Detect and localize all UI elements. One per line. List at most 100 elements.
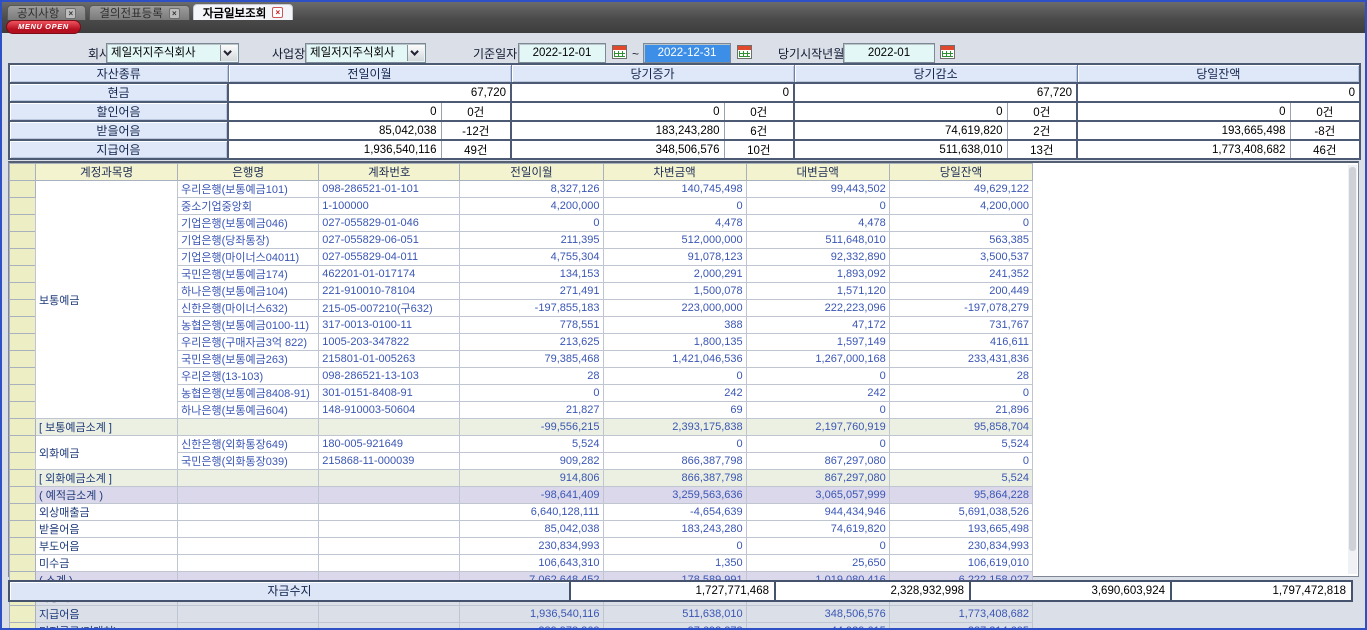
tab-fund-daily-report[interactable]: 자금일보조회 ×	[193, 4, 293, 20]
table-row[interactable]: ( 예적금소계 )-98,641,4093,259,563,6363,065,0…	[10, 487, 1033, 504]
amount-cell: 348,506,576	[746, 606, 889, 623]
company-select[interactable]: 제일저지주식회사	[106, 43, 239, 63]
amount-cell: 79,385,468	[460, 351, 603, 368]
amount-cell: 1,597,149	[746, 334, 889, 351]
date-to-input[interactable]: 2022-12-31	[643, 43, 731, 63]
summary-value: 0	[228, 102, 441, 121]
account-number-cell	[319, 606, 460, 623]
row-indicator[interactable]	[10, 453, 36, 470]
row-indicator[interactable]	[10, 368, 36, 385]
amount-cell: 237,214,605	[889, 623, 1032, 630]
grid-column-header[interactable]: 계정과목명	[36, 164, 178, 181]
amount-cell: 1,936,540,116	[460, 606, 603, 623]
row-indicator[interactable]	[10, 334, 36, 351]
row-indicator[interactable]	[10, 436, 36, 453]
calendar-icon[interactable]	[737, 45, 752, 59]
grid-column-header[interactable]: 전일이월	[460, 164, 603, 181]
row-indicator[interactable]	[10, 215, 36, 232]
grid-column-header[interactable]: 당일잔액	[889, 164, 1032, 181]
amount-cell: 2,197,760,919	[746, 419, 889, 436]
amount-cell: 223,000,000	[603, 300, 746, 317]
summary-value: 74,619,820	[794, 121, 1007, 140]
chevron-down-icon[interactable]	[407, 45, 424, 61]
amount-cell: 0	[746, 198, 889, 215]
row-indicator[interactable]	[10, 181, 36, 198]
bank-name-cell: 국민은행(외화통장039)	[178, 453, 319, 470]
account-label-cell: 받을어음	[36, 521, 178, 538]
table-row[interactable]: 지급어음1,936,540,116511,638,010348,506,5761…	[10, 606, 1033, 623]
bank-name-cell: 중소기업중앙회	[178, 198, 319, 215]
account-number-cell: 221-910010-78104	[319, 283, 460, 300]
tab-close-icon[interactable]: ×	[272, 7, 283, 18]
row-indicator[interactable]	[10, 249, 36, 266]
row-indicator[interactable]	[10, 606, 36, 623]
tab-notice[interactable]: 공지사항 ×	[7, 5, 86, 20]
account-number-cell: 180-005-921649	[319, 436, 460, 453]
site-select[interactable]: 제일저지주식회사	[305, 43, 426, 63]
table-row[interactable]: 미수금106,643,3101,35025,650106,619,010	[10, 555, 1033, 572]
row-indicator[interactable]	[10, 283, 36, 300]
menu-open-button[interactable]: MENU OPEN	[6, 20, 81, 34]
bank-name-cell: 국민은행(보통예금263)	[178, 351, 319, 368]
summary-row: 현금67,720067,7200	[9, 83, 1360, 102]
account-number-cell	[319, 555, 460, 572]
row-indicator[interactable]	[10, 402, 36, 419]
table-row[interactable]: 미지급금(거래처)289,978,26397,693,27344,929,615…	[10, 623, 1033, 630]
grid-column-header[interactable]: 차변금액	[603, 164, 746, 181]
table-row[interactable]: 부도어음230,834,99300230,834,993	[10, 538, 1033, 555]
table-row[interactable]: 외상매출금6,640,128,111-4,654,639944,434,9465…	[10, 504, 1033, 521]
grid-column-header[interactable]: 대변금액	[746, 164, 889, 181]
table-row[interactable]: 받을어음85,042,038183,243,28074,619,820193,6…	[10, 521, 1033, 538]
row-indicator[interactable]	[10, 351, 36, 368]
summary-count: -8건	[1290, 121, 1360, 140]
grid-column-header[interactable]: 계좌번호	[319, 164, 460, 181]
account-number-cell: 462201-01-017174	[319, 266, 460, 283]
summary-row: 할인어음00건00건00건00건	[9, 102, 1360, 121]
table-row[interactable]: [ 외화예금소계 ]914,806866,387,798867,297,0805…	[10, 470, 1033, 487]
row-indicator[interactable]	[10, 470, 36, 487]
row-indicator[interactable]	[10, 623, 36, 630]
row-indicator[interactable]	[10, 419, 36, 436]
row-indicator[interactable]	[10, 538, 36, 555]
vertical-scrollbar[interactable]	[1348, 165, 1357, 574]
row-indicator[interactable]	[10, 198, 36, 215]
row-indicator[interactable]	[10, 300, 36, 317]
amount-cell: 28	[460, 368, 603, 385]
amount-cell: 28	[889, 368, 1032, 385]
calendar-icon[interactable]	[940, 45, 955, 59]
row-indicator[interactable]	[10, 487, 36, 504]
amount-cell: 0	[889, 215, 1032, 232]
row-indicator[interactable]	[10, 555, 36, 572]
row-indicator[interactable]	[10, 317, 36, 334]
table-row[interactable]: [ 보통예금소계 ]-99,556,2152,393,175,8382,197,…	[10, 419, 1033, 436]
row-indicator[interactable]	[10, 266, 36, 283]
row-indicator[interactable]	[10, 504, 36, 521]
tab-voucher-entry[interactable]: 결의전표등록 ×	[89, 5, 189, 20]
start-month-input[interactable]: 2022-01	[843, 43, 935, 63]
calendar-icon[interactable]	[612, 45, 627, 59]
row-indicator[interactable]	[10, 521, 36, 538]
grid-column-header[interactable]: 은행명	[178, 164, 319, 181]
company-select-value: 제일저지주식회사	[111, 47, 196, 59]
summary-count: 0건	[1007, 102, 1077, 121]
chevron-down-icon[interactable]	[220, 45, 237, 61]
amount-cell: 91,078,123	[603, 249, 746, 266]
account-label-cell: 부도어음	[36, 538, 178, 555]
row-indicator[interactable]	[10, 232, 36, 249]
table-row[interactable]: 외화예금신한은행(외화통장649)180-005-9216495,524005,…	[10, 436, 1033, 453]
amount-cell: 4,200,000	[889, 198, 1032, 215]
scrollbar-thumb[interactable]	[1349, 167, 1356, 551]
bank-name-cell	[178, 623, 319, 630]
tab-close-icon[interactable]: ×	[65, 8, 76, 19]
tab-notice-label: 공지사항	[17, 5, 59, 21]
tab-close-icon[interactable]: ×	[169, 8, 180, 19]
amount-cell: 0	[746, 402, 889, 419]
date-from-input[interactable]: 2022-12-01	[518, 43, 606, 63]
amount-cell: -197,078,279	[889, 300, 1032, 317]
amount-cell: 867,297,080	[746, 453, 889, 470]
fund-balance-value: 3,690,603,924	[969, 580, 1172, 602]
row-indicator[interactable]	[10, 385, 36, 402]
amount-cell: 1,500,078	[603, 283, 746, 300]
table-row[interactable]: 보통예금우리은행(보통예금101)098-286521-01-1018,327,…	[10, 181, 1033, 198]
base-date-label: 기준일자	[473, 44, 517, 64]
